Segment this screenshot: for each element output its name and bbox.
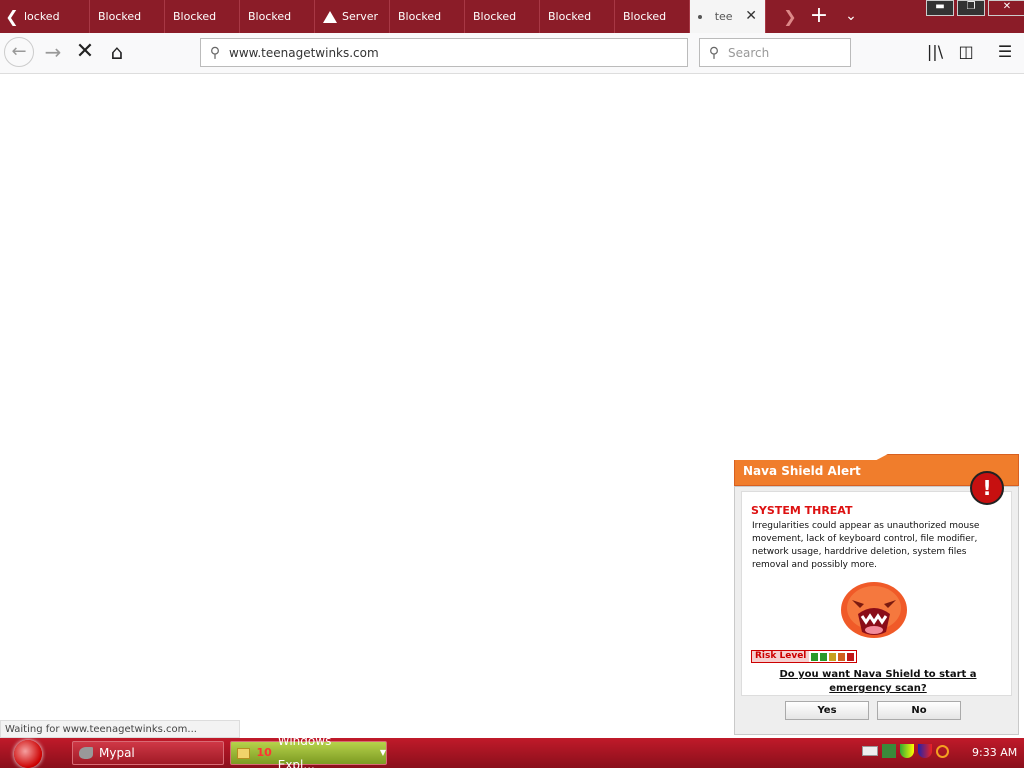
loading-dot-icon [698,14,702,19]
url-bar[interactable]: ⚲ www.teenagetwinks.com [200,38,688,67]
tab-label: Blocked [248,10,292,23]
tab-label: Blocked [98,10,142,23]
risk-level-meter: Risk Level [751,650,858,663]
window-count: 10 [256,746,272,759]
risk-segment [820,652,828,661]
tab-blocked[interactable]: locked [24,0,90,33]
tab-server-error[interactable]: Server [315,0,390,33]
risk-segment [829,652,837,661]
popup-panel: SYSTEM THREAT Irregularities could appea… [741,491,1012,696]
alert-icon: ! [970,471,1004,505]
start-button[interactable] [8,739,48,768]
taskbar: Mypal 10 Windows Expl... ▼ 9:33 AM [0,734,1024,772]
home-button[interactable]: ⌂ [102,37,132,67]
tab-active[interactable]: tee ✕ [690,0,766,33]
tab-blocked[interactable]: Blocked [540,0,615,33]
new-tab-button[interactable]: + [806,0,832,33]
keyboard-icon[interactable] [862,746,878,756]
shield-icon[interactable] [900,744,914,758]
tab-label: Blocked [473,10,517,23]
tab-blocked[interactable]: Blocked [615,0,690,33]
chevron-down-icon[interactable]: ⌄ [838,0,864,33]
tab-blocked[interactable]: Blocked [390,0,465,33]
tab-blocked[interactable]: Blocked [165,0,240,33]
system-tray [862,744,949,758]
tab-label: Blocked [623,10,667,23]
tab-label: locked [24,10,60,23]
no-button[interactable]: No [877,701,961,720]
yes-button[interactable]: Yes [785,701,869,720]
clock[interactable]: 9:33 AM [972,746,1017,759]
taskbar-item-label: Mypal [99,746,135,760]
window-controls: ▬ ❐ ✕ [926,0,1024,16]
risk-segment [838,652,846,661]
warning-icon [323,10,337,33]
tab-label: Blocked [548,10,592,23]
url-text[interactable]: www.teenagetwinks.com [229,46,379,60]
nava-shield-alert: Nava Shield Alert SYSTEM THREAT Irregula… [734,454,1019,735]
dropdown-arrow-icon[interactable]: ▼ [380,741,386,765]
threat-description: Irregularities could appear as unauthori… [752,521,980,570]
search-icon: ⚲ [209,44,221,61]
tab-blocked[interactable]: Blocked [90,0,165,33]
taskbar-item-mypal[interactable]: Mypal [72,741,224,765]
tab-label: Blocked [173,10,217,23]
search-placeholder: Search [728,45,770,60]
tab-scroll-left-button[interactable]: ❮ [0,0,24,33]
close-tab-icon[interactable]: ✕ [745,0,757,33]
search-input[interactable]: ⚲ Search [699,38,851,67]
taskbar-item-windows-explorer[interactable]: 10 Windows Expl... ▼ [230,734,387,772]
minimize-button[interactable]: ▬ [926,0,954,16]
back-button[interactable]: ← [4,37,34,67]
scan-question[interactable]: Do you want Nava Shield to start a emerg… [752,668,1004,696]
security-shield-icon[interactable] [918,744,932,758]
folder-icon [237,747,251,759]
risk-level-label: Risk Level [752,651,810,662]
tab-list: locked Blocked Blocked Blocked Server Bl… [24,0,766,33]
popup-title: Nava Shield Alert [743,464,861,478]
monster-mascot-icon [841,582,907,638]
stop-button[interactable]: ✕ [70,37,100,67]
library-icon[interactable]: ||\ [920,37,950,67]
sidebar-icon[interactable]: ◫ [951,37,981,67]
search-icon: ⚲ [708,44,720,61]
risk-segment [847,652,855,661]
navigation-toolbar: ← → ✕ ⌂ ⚲ www.teenagetwinks.com ⚲ Search… [0,33,1024,74]
start-orb-icon [14,740,42,768]
close-window-button[interactable]: ✕ [988,0,1024,16]
maximize-button[interactable]: ❐ [957,0,985,16]
tab-blocked[interactable]: Blocked [240,0,315,33]
tab-label: tee [714,10,733,23]
forward-button[interactable]: → [38,37,68,67]
status-bar: Waiting for www.teenagetwinks.com... [0,720,240,738]
tab-blocked[interactable]: Blocked [465,0,540,33]
tab-strip: ❮ locked Blocked Blocked Blocked Server … [0,0,1024,33]
popup-body: SYSTEM THREAT Irregularities could appea… [734,486,1019,735]
tab-label: Blocked [398,10,442,23]
tab-scroll-right-button[interactable]: ❯ [778,0,802,33]
search-icon[interactable] [936,744,949,758]
taskbar-item-label: Windows Expl... [277,734,332,772]
tab-label: Server [342,10,379,23]
threat-heading: SYSTEM THREAT [751,504,853,517]
network-icon[interactable] [882,744,896,758]
risk-segment [811,652,819,661]
hamburger-menu-icon[interactable]: ☰ [990,37,1020,67]
mypal-icon [79,747,93,759]
